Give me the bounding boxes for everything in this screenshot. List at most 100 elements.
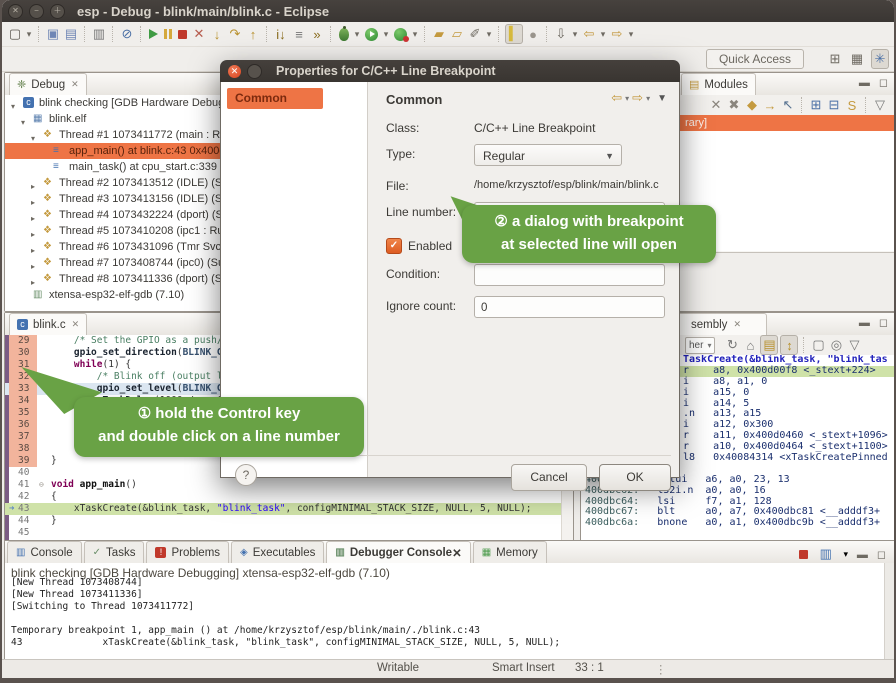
open-resource-icon[interactable]: ▱ <box>449 25 465 43</box>
debug-perspective-icon[interactable]: ✳ <box>871 49 889 69</box>
location-combo[interactable]: her ▾ <box>685 337 715 354</box>
tab-debugger-console[interactable]: ▥Debugger Console✕ <box>326 541 470 563</box>
tab-console[interactable]: ▥Console <box>7 541 82 563</box>
line-number[interactable]: 38 <box>9 443 37 455</box>
tab-close-icon[interactable]: ✕ <box>452 546 462 560</box>
editor-line[interactable]: 42{ <box>5 491 573 503</box>
dialog-minimize-icon[interactable] <box>247 64 262 79</box>
ok-button[interactable]: OK <box>599 464 671 491</box>
help-button[interactable]: ? <box>235 464 257 486</box>
delete-all-icon[interactable]: ✖ <box>726 96 742 114</box>
close-icon[interactable]: ✕ <box>8 4 23 19</box>
chevron-down-icon[interactable]: ▾ <box>646 94 650 103</box>
line-number[interactable]: 37 <box>9 431 37 443</box>
fold-icon[interactable]: ⊖ <box>39 479 49 491</box>
quick-access-button[interactable]: Quick Access <box>706 49 804 69</box>
line-number[interactable]: 44 <box>9 515 37 527</box>
line-number[interactable]: 31 <box>9 359 37 371</box>
dropdown-icon[interactable]: ▾ <box>627 25 635 43</box>
line-number[interactable]: 45 <box>9 527 37 539</box>
dialog-close-icon[interactable]: ✕ <box>228 65 241 78</box>
view-menu-icon[interactable]: ▽ <box>846 336 862 354</box>
console-minmax[interactable]: ▬ ◻ <box>857 548 889 561</box>
console-body[interactable]: blink checking [GDB Hardware Debugging] … <box>5 563 894 661</box>
delete-icon[interactable]: ✕ <box>708 96 724 114</box>
new-view-icon[interactable]: ▢ <box>810 336 826 354</box>
suspend-icon[interactable] <box>164 29 167 39</box>
open-perspective-icon[interactable]: ⊞ <box>827 50 843 68</box>
ignore-count-input[interactable]: 0 <box>474 296 665 318</box>
step-into-icon[interactable]: ↓ <box>209 25 225 43</box>
step-mode-icon[interactable]: » <box>309 25 325 43</box>
terminate-icon[interactable] <box>178 30 187 39</box>
sidebar-item-common[interactable]: Common <box>227 88 323 109</box>
binary-icon[interactable]: ▥ <box>91 25 107 43</box>
pin-icon[interactable]: ◎ <box>828 336 844 354</box>
condition-input[interactable] <box>474 264 665 286</box>
dropdown-icon[interactable]: ▾ <box>411 25 419 43</box>
tab-close-icon[interactable]: ✕ <box>733 319 741 330</box>
last-edit-icon[interactable]: ⇩ <box>553 25 569 43</box>
instruction-step-icon[interactable]: i↓ <box>273 25 289 43</box>
line-number[interactable]: 43 <box>9 503 37 515</box>
dropdown-icon[interactable]: ▾ <box>353 25 361 43</box>
view-menu-icon[interactable]: ▽ <box>872 96 888 114</box>
line-number[interactable]: 39 <box>9 455 37 467</box>
terminate-icon[interactable] <box>799 550 808 559</box>
line-number[interactable]: 29 <box>9 335 37 347</box>
line-number[interactable]: 35 <box>9 407 37 419</box>
dropdown-icon[interactable]: ▾ <box>382 25 390 43</box>
tab-problems[interactable]: !Problems <box>146 541 229 563</box>
expand-all-icon[interactable]: ⊞ <box>808 96 824 114</box>
sync-icon[interactable]: ↕ <box>780 335 798 355</box>
save-all-icon[interactable]: ▤ <box>63 25 79 43</box>
annotation-icon[interactable]: ● <box>525 25 541 43</box>
disconnect-icon[interactable]: ✕ <box>191 25 207 43</box>
line-number[interactable]: 42 <box>9 491 37 503</box>
line-number[interactable]: 34 <box>9 395 37 407</box>
forward-icon[interactable]: ⇨ <box>609 25 625 43</box>
skip-breakpoints-icon[interactable]: ⊘ <box>119 25 135 43</box>
add-symbols-icon[interactable]: ◆ <box>744 96 760 114</box>
editor-line[interactable]: 44} <box>5 515 573 527</box>
tab-debug[interactable]: ❈ Debug ✕ <box>9 73 87 95</box>
dropdown-icon[interactable]: ▾ <box>25 25 33 43</box>
load-symbols-icon[interactable]: → <box>762 96 778 114</box>
new-wizard-icon[interactable]: ▢ <box>7 25 23 43</box>
tab-blink-c[interactable]: c blink.c ✕ <box>9 313 87 335</box>
line-number[interactable]: 41 <box>9 479 37 491</box>
line-number[interactable]: 33 <box>9 383 37 395</box>
dropdown-icon[interactable]: ▾ <box>485 25 493 43</box>
tab-close-icon[interactable]: ✕ <box>72 319 80 330</box>
console-scrollbar[interactable] <box>884 563 894 661</box>
run-icon[interactable] <box>365 28 378 41</box>
tab-modules[interactable]: ▤ Modules <box>681 73 756 95</box>
line-number[interactable]: 36 <box>9 419 37 431</box>
open-type-icon[interactable]: ▰ <box>431 25 447 43</box>
tab-memory[interactable]: ▦Memory <box>473 541 547 563</box>
back-icon[interactable]: ⇦ <box>611 90 622 106</box>
debug-icon[interactable] <box>339 28 349 41</box>
tab-executables[interactable]: ◈Executables <box>231 541 324 563</box>
cpp-perspective-icon[interactable]: ▦ <box>849 50 865 68</box>
chevron-down-icon[interactable]: ▾ <box>842 545 850 563</box>
step-filters-icon[interactable]: ≡ <box>291 25 307 43</box>
chevron-down-icon[interactable]: ▾ <box>625 94 629 103</box>
line-number[interactable]: 30 <box>9 347 37 359</box>
mark-occurrences-icon[interactable]: ▍ <box>505 24 523 44</box>
maximize-icon[interactable]: ＋ <box>50 4 65 19</box>
view-menu-icon[interactable]: ▼ <box>657 93 667 104</box>
pencil-icon[interactable]: ✐ <box>467 25 483 43</box>
line-number[interactable]: 40 <box>9 467 37 479</box>
save-icon[interactable]: ▣ <box>45 25 61 43</box>
enabled-checkbox[interactable]: ✓ Enabled <box>386 238 452 254</box>
resume-icon[interactable] <box>149 29 158 39</box>
tab-tasks[interactable]: ✓Tasks <box>84 541 145 563</box>
tab-close-icon[interactable]: ✕ <box>71 79 79 90</box>
editor-line[interactable]: 41⊖void app_main() <box>5 479 573 491</box>
sort-icon[interactable]: S <box>844 96 860 114</box>
collapse-all-icon[interactable]: ⊟ <box>826 96 842 114</box>
editor-line[interactable]: ➜43 xTaskCreate(&blink_task, "blink_task… <box>5 503 573 515</box>
display-console-icon[interactable]: ▥ <box>818 545 834 563</box>
minimize-icon[interactable]: − <box>29 4 44 19</box>
